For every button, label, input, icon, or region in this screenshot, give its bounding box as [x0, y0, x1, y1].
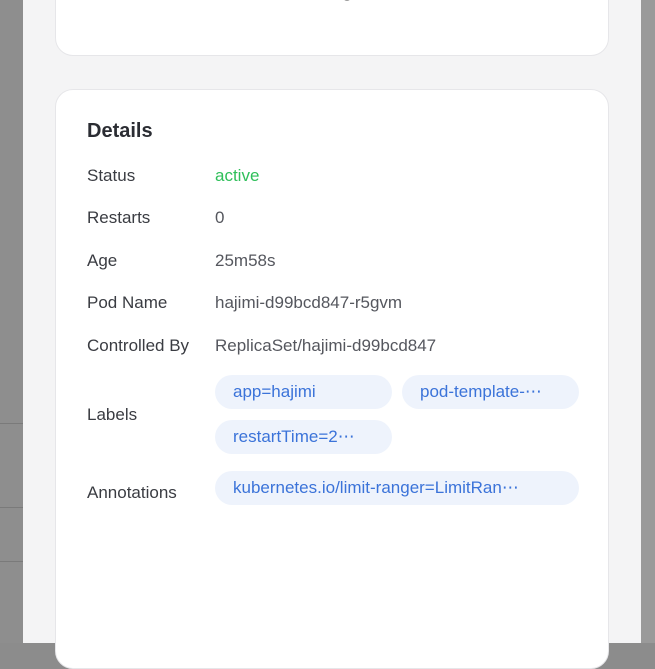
label-chip[interactable]: restartTime=2⋯: [215, 420, 392, 454]
scrollbar-track[interactable]: [641, 0, 655, 643]
age-label: Age: [87, 251, 118, 270]
age-row: Age 25m58s: [87, 248, 587, 274]
pod-name-value: hajimi-d99bcd847-r5gvm: [215, 293, 403, 312]
status-value: active: [215, 166, 260, 185]
age-value: 25m58s: [215, 251, 276, 270]
controlled-by-row: Controlled By ReplicaSet/hajimi-d99bcd84…: [87, 333, 587, 359]
background-divider: [0, 561, 23, 562]
label-chip[interactable]: app=hajimi: [215, 375, 392, 409]
details-title: Details: [87, 120, 153, 142]
pod-name-label: Pod Name: [87, 293, 168, 312]
background-divider: [0, 423, 23, 424]
controlled-by-value: ReplicaSet/hajimi-d99bcd847: [215, 336, 437, 355]
background-divider: [0, 507, 23, 508]
controlled-by-label: Controlled By: [87, 336, 190, 355]
labels-label: Labels: [87, 405, 138, 424]
label-chip[interactable]: pod-template-⋯: [402, 375, 579, 409]
status-label: Status: [87, 166, 136, 185]
summary-card: [55, 0, 609, 56]
annotation-chip[interactable]: kubernetes.io/limit-ranger=LimitRan⋯: [215, 471, 579, 505]
annotations-label: Annotations: [87, 483, 177, 502]
restarts-value: 0: [215, 208, 225, 227]
detail-drawer: Details Status active Restarts 0 Age 25m…: [23, 0, 641, 669]
details-card: Details Status active Restarts 0 Age 25m…: [55, 89, 609, 669]
status-row: Status active: [87, 163, 587, 189]
restarts-row: Restarts 0: [87, 205, 587, 231]
restarts-label: Restarts: [87, 208, 151, 227]
pod-name-row: Pod Name hajimi-d99bcd847-r5gvm: [87, 290, 587, 316]
background-overlay: [0, 0, 23, 643]
summary-glyph: [343, 0, 351, 1]
